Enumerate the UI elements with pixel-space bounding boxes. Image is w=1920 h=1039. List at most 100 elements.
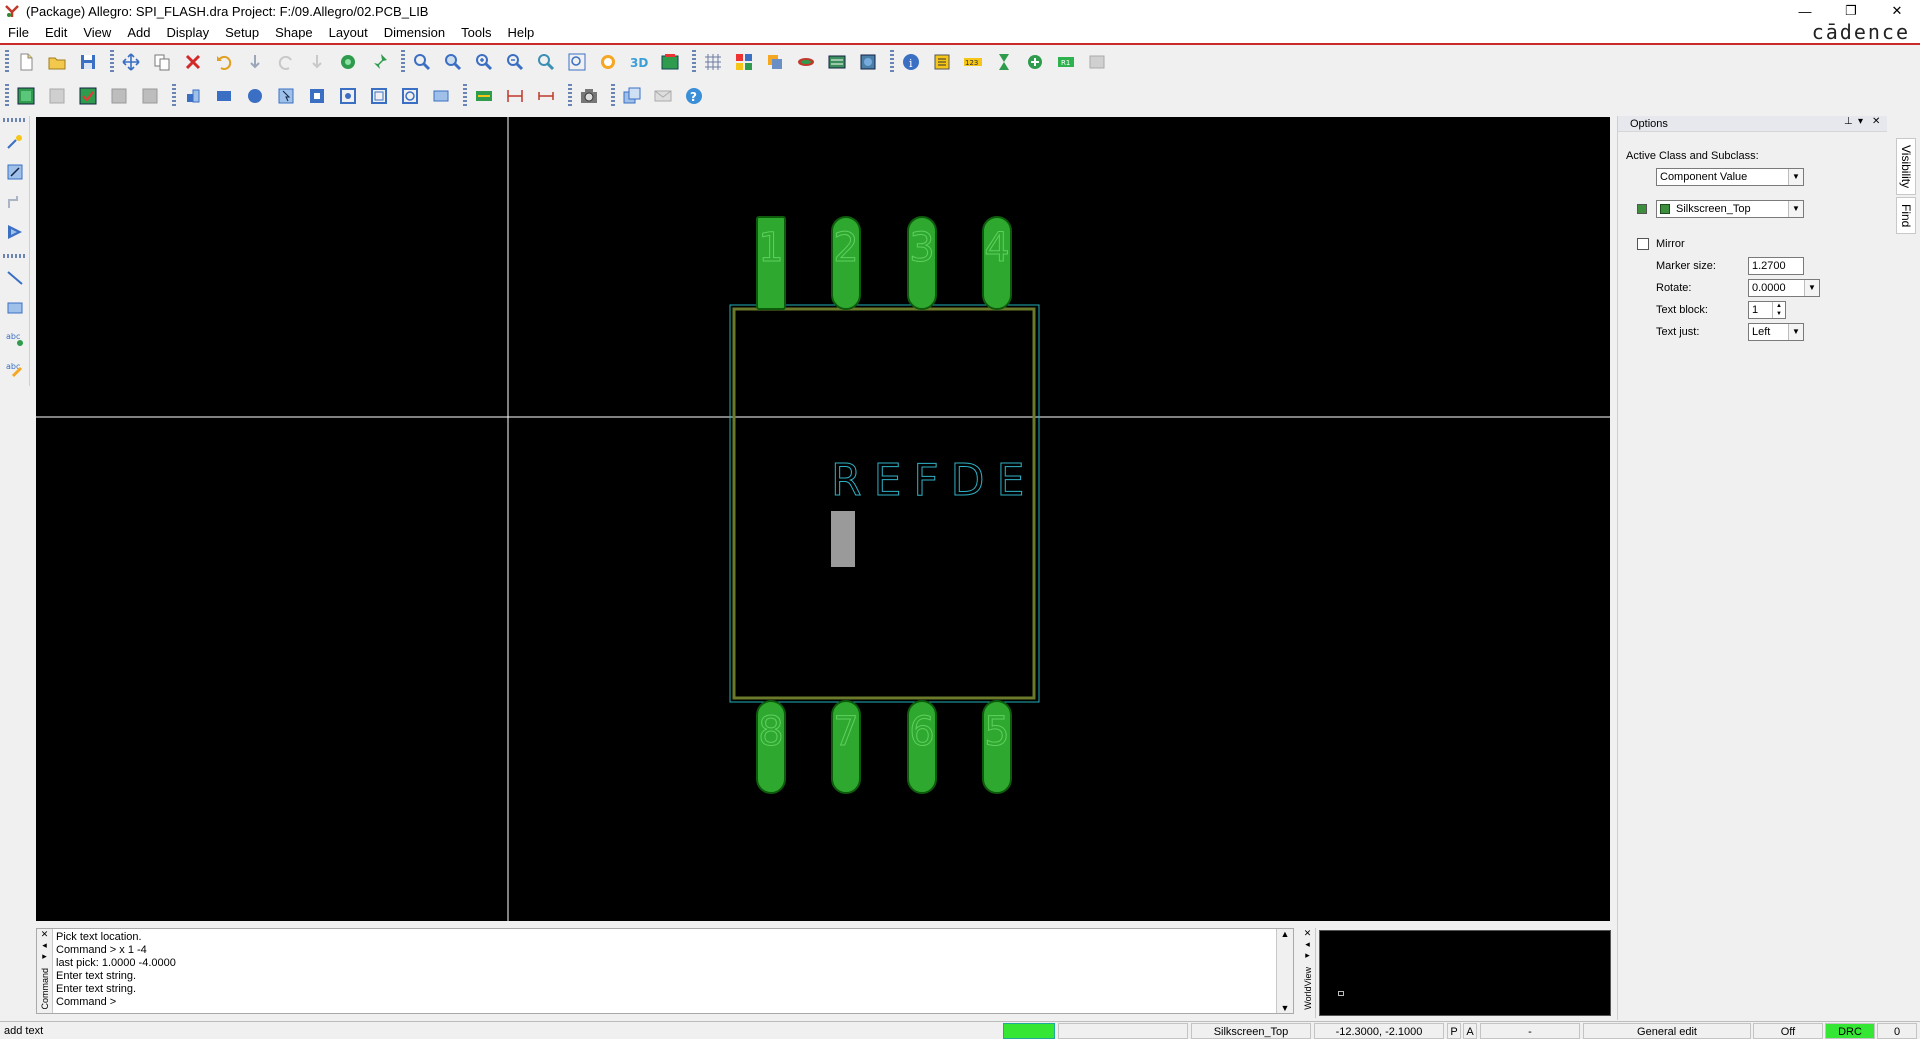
- menu-add[interactable]: Add: [119, 22, 158, 43]
- add-connect-tool-icon[interactable]: [2, 128, 28, 156]
- command-prompt[interactable]: Command >: [56, 996, 176, 1009]
- zoom-world-icon[interactable]: [563, 49, 591, 75]
- pad[interactable]: 4: [982, 216, 1012, 310]
- worldview-canvas[interactable]: [1319, 930, 1611, 1016]
- zoom-fit-icon[interactable]: [439, 49, 467, 75]
- design-canvas[interactable]: 1 2 3 4 8 7 6 5 REFDE: [36, 117, 1610, 921]
- linear-dim-icon[interactable]: [501, 83, 529, 109]
- shape-select-icon[interactable]: [427, 83, 455, 109]
- pad[interactable]: 6: [907, 700, 937, 794]
- status-a-button[interactable]: A: [1463, 1023, 1477, 1039]
- pad[interactable]: 3: [907, 216, 937, 310]
- class-dropdown[interactable]: Component Value ▼: [1656, 168, 1804, 186]
- close-panel-icon[interactable]: ✕: [1872, 116, 1880, 127]
- add-line-icon[interactable]: [2, 264, 28, 292]
- property-edit-icon[interactable]: [928, 49, 956, 75]
- pad[interactable]: 8: [756, 700, 786, 794]
- add-rectangle-icon[interactable]: [2, 294, 28, 322]
- chevron-right-icon[interactable]: ▸: [37, 951, 52, 962]
- shadow-mode-icon[interactable]: [761, 49, 789, 75]
- scroll-up-icon[interactable]: ▲: [1277, 929, 1293, 939]
- db-doctor-disabled-icon[interactable]: [105, 83, 133, 109]
- status-edit-mode[interactable]: General edit: [1583, 1023, 1751, 1039]
- scroll-down-icon[interactable]: ▼: [1277, 1003, 1293, 1013]
- add-pin-icon[interactable]: [179, 83, 207, 109]
- shape-fill-icon[interactable]: [334, 49, 362, 75]
- command-log[interactable]: Pick text location. Command > x 1 -4 las…: [56, 931, 176, 1009]
- rule-icon[interactable]: R1: [1052, 49, 1080, 75]
- timer-icon[interactable]: [990, 49, 1018, 75]
- menu-tools[interactable]: Tools: [453, 22, 499, 43]
- status-off[interactable]: Off: [1753, 1023, 1823, 1039]
- delete-icon[interactable]: [179, 49, 207, 75]
- toolbar-grip[interactable]: [463, 84, 467, 108]
- text-block-input[interactable]: 1 ▲ ▼: [1748, 301, 1786, 319]
- route-tool-icon[interactable]: [2, 188, 28, 216]
- subclass-dropdown[interactable]: Silkscreen_Top ▼: [1656, 200, 1804, 218]
- toolbar-grip[interactable]: [2, 254, 27, 258]
- subclass-color-swatch[interactable]: [1637, 204, 1647, 214]
- toolbar-grip[interactable]: [692, 50, 696, 74]
- status-drc[interactable]: DRC: [1825, 1023, 1875, 1039]
- spinner-arrows-icon[interactable]: ▲ ▼: [1772, 302, 1785, 318]
- marker-size-input[interactable]: 1.2700: [1748, 257, 1804, 275]
- menu-edit[interactable]: Edit: [37, 22, 75, 43]
- menu-file[interactable]: File: [0, 22, 37, 43]
- command-window-handle[interactable]: ✕ ◂ ▸ Command: [37, 929, 53, 1013]
- dimension-icon[interactable]: [470, 83, 498, 109]
- autoroute-tool-icon[interactable]: [2, 218, 28, 246]
- zoom-out-icon[interactable]: [501, 49, 529, 75]
- panel-menu-icon[interactable]: ▾: [1858, 116, 1863, 127]
- toolbar-grip[interactable]: [5, 84, 9, 108]
- grid-icon[interactable]: [699, 49, 727, 75]
- zoom-in-icon[interactable]: [470, 49, 498, 75]
- drc-check-icon[interactable]: [74, 83, 102, 109]
- move-icon[interactable]: [117, 49, 145, 75]
- menu-shape[interactable]: Shape: [267, 22, 321, 43]
- unrats-icon[interactable]: [792, 49, 820, 75]
- netlist-icon[interactable]: [12, 83, 40, 109]
- close-icon[interactable]: ✕: [1300, 928, 1315, 939]
- report-icon[interactable]: [854, 49, 882, 75]
- rectangle-shape-icon[interactable]: [210, 83, 238, 109]
- show-element-icon[interactable]: [823, 49, 851, 75]
- copy-icon[interactable]: [148, 49, 176, 75]
- rotate-dropdown[interactable]: 0.0000 ▼: [1748, 279, 1820, 297]
- chevron-right-icon[interactable]: ▸: [1300, 950, 1315, 961]
- footprint-drawing[interactable]: 1 2 3 4 8 7 6 5 REFDE: [36, 117, 1610, 921]
- color-layers-icon[interactable]: [730, 49, 758, 75]
- minimize-button[interactable]: —: [1782, 0, 1828, 22]
- save-icon[interactable]: [74, 49, 102, 75]
- info-icon[interactable]: i: [897, 49, 925, 75]
- mirror-checkbox[interactable]: [1637, 238, 1649, 250]
- pin-panel-icon[interactable]: ⊥: [1844, 116, 1853, 127]
- pad[interactable]: 7: [831, 700, 861, 794]
- close-icon[interactable]: ✕: [37, 929, 52, 940]
- select-shape-icon[interactable]: [272, 83, 300, 109]
- close-button[interactable]: ✕: [1874, 0, 1920, 22]
- mail-disabled-icon[interactable]: [649, 83, 677, 109]
- tab-find[interactable]: Find: [1896, 197, 1916, 235]
- toolbar-grip[interactable]: [890, 50, 894, 74]
- library-disabled-icon[interactable]: [43, 83, 71, 109]
- chevron-left-icon[interactable]: ◂: [1300, 939, 1315, 950]
- pin-icon[interactable]: [365, 49, 393, 75]
- merge-shapes-icon[interactable]: [396, 83, 424, 109]
- toolbar-grip[interactable]: [401, 50, 405, 74]
- edit-boundary-icon[interactable]: [334, 83, 362, 109]
- menu-help[interactable]: Help: [499, 22, 542, 43]
- new-file-icon[interactable]: [12, 49, 40, 75]
- delete-islands-icon[interactable]: [365, 83, 393, 109]
- menu-dimension[interactable]: Dimension: [376, 22, 453, 43]
- worldview-handle[interactable]: ✕ ◂ ▸ WorldView: [1300, 928, 1316, 1018]
- toolbar-grip[interactable]: [611, 84, 615, 108]
- status-p-button[interactable]: P: [1447, 1023, 1461, 1039]
- menu-view[interactable]: View: [75, 22, 119, 43]
- refdes-text[interactable]: REFDE: [831, 455, 1036, 507]
- command-scrollbar[interactable]: ▲ ▼: [1276, 929, 1293, 1013]
- toolbar-grip[interactable]: [568, 84, 572, 108]
- pad[interactable]: 2: [831, 216, 861, 310]
- help-icon[interactable]: ?: [680, 83, 708, 109]
- edit-text-icon[interactable]: abc: [2, 354, 28, 382]
- sequence-icon[interactable]: 123: [959, 49, 987, 75]
